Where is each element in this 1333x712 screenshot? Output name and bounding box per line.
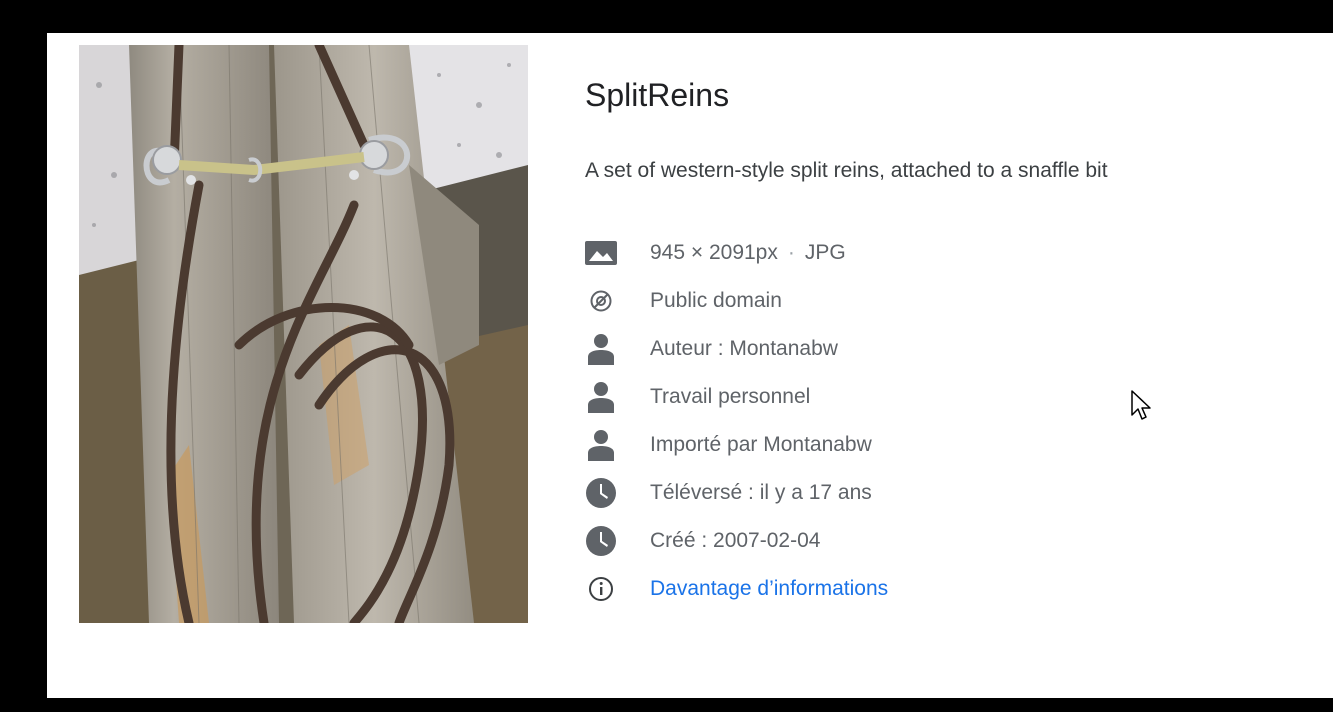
meta-created: Créé : 2007-02-04 — [584, 517, 888, 565]
person-icon — [584, 428, 618, 462]
image-icon — [584, 236, 618, 270]
image-title: SplitReins — [585, 77, 730, 113]
license-text: Public domain — [650, 289, 782, 312]
person-icon — [584, 380, 618, 414]
image-detail-panel: SplitReins A set of western-style split … — [47, 33, 1333, 698]
meta-dimensions: 945 × 2091px · JPG — [584, 229, 888, 277]
meta-more-info: Davantage d’informations — [584, 565, 888, 613]
metadata-list: 945 × 2091px · JPG Public domain Auteur … — [584, 229, 888, 613]
meta-author: Auteur : Montanabw — [584, 325, 888, 373]
meta-work-type: Travail personnel — [584, 373, 888, 421]
uploaded-text: Téléversé : il y a 17 ans — [650, 481, 872, 504]
person-icon — [584, 332, 618, 366]
split-reins-photo — [79, 45, 528, 623]
meta-license: Public domain — [584, 277, 888, 325]
work-type-text: Travail personnel — [650, 385, 811, 408]
meta-uploaded: Téléversé : il y a 17 ans — [584, 469, 888, 517]
public-domain-icon — [584, 284, 618, 318]
image-description: A set of western-style split reins, atta… — [585, 159, 1108, 182]
clock-icon — [584, 524, 618, 558]
uploaded-by-text: Importé par Montanabw — [650, 433, 872, 456]
meta-uploaded-by: Importé par Montanabw — [584, 421, 888, 469]
image-thumbnail[interactable] — [79, 45, 528, 623]
created-text: Créé : 2007-02-04 — [650, 529, 821, 552]
separator-dot: · — [787, 241, 795, 264]
clock-icon — [584, 476, 618, 510]
author-text: Auteur : Montanabw — [650, 337, 838, 360]
info-icon — [584, 572, 618, 606]
dimensions-text: 945 × 2091px — [650, 241, 778, 264]
format-text: JPG — [804, 241, 846, 264]
more-info-link[interactable]: Davantage d’informations — [650, 577, 888, 601]
